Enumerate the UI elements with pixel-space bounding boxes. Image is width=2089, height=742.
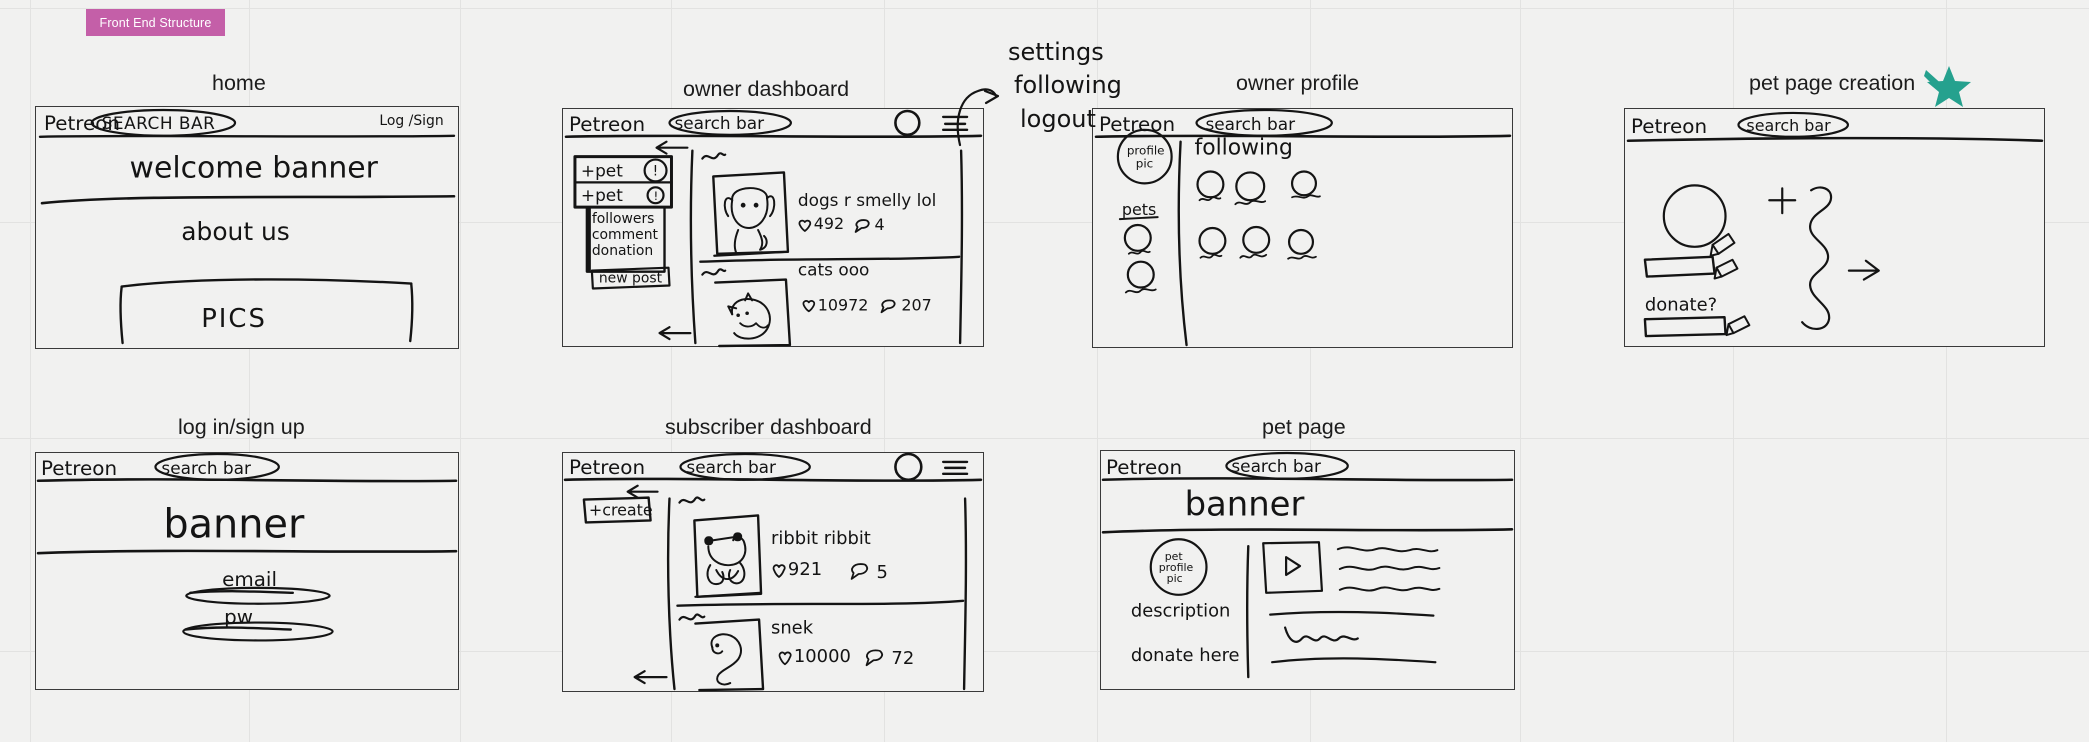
sd-post-1-stats: 921 5 xyxy=(772,559,888,583)
ppc-avatar-placeholder xyxy=(1662,184,1727,248)
od-add-pet-1: +pet xyxy=(581,160,623,180)
wireframe-owner-dashboard: Petreon search bar +pet ! +pet ! followe… xyxy=(562,108,984,348)
sd-hamburger-icon xyxy=(941,460,969,476)
cat-sketch xyxy=(727,292,771,340)
od-brand: Petreon xyxy=(569,113,645,136)
ls-search-label: search bar xyxy=(161,458,251,478)
pp-donate-label: donate here xyxy=(1131,645,1240,666)
page-tag[interactable]: Front End Structure xyxy=(86,9,225,36)
pp-video-thumb xyxy=(1262,541,1324,594)
pp-search-label: search bar xyxy=(1231,456,1321,476)
home-about-label: about us xyxy=(181,217,289,246)
ppc-brand: Petreon xyxy=(1631,115,1707,138)
frog-sketch xyxy=(704,532,747,586)
svg-text:921: 921 xyxy=(788,559,822,580)
svg-text:4: 4 xyxy=(875,215,885,234)
op-brand: Petreon xyxy=(1099,113,1175,136)
od-new-post: new post xyxy=(599,271,663,287)
home-search-label: SEARCH BAR xyxy=(102,113,216,133)
sd-post-1-caption: ribbit ribbit xyxy=(771,528,871,549)
od-avatar xyxy=(894,109,921,137)
star-icon xyxy=(1924,66,1971,107)
ppc-pencil-icon-3 xyxy=(1725,315,1751,337)
op-following-heading: following xyxy=(1195,136,1293,161)
pp-brand: Petreon xyxy=(1106,456,1182,479)
od-post-1-caption: dogs r smelly lol xyxy=(798,190,937,210)
home-banner-label: welcome banner xyxy=(130,150,379,185)
svg-text:207: 207 xyxy=(901,295,931,314)
op-pet-1 xyxy=(1123,223,1152,252)
ppc-donate-label: donate? xyxy=(1645,294,1717,315)
annotation-logout: logout xyxy=(1020,105,1096,133)
od-menu-comment: comment xyxy=(592,227,659,243)
svg-text:492: 492 xyxy=(814,214,844,233)
wireframe-owner-profile: Petreon search bar profile pic pets foll… xyxy=(1092,108,1513,348)
svg-text:pic: pic xyxy=(1167,572,1183,585)
wireframe-home: Petreon SEARCH BAR Log /Sign welcome ban… xyxy=(35,106,459,349)
ls-brand: Petreon xyxy=(41,457,117,480)
home-login-link: Log /Sign xyxy=(379,113,443,129)
pp-banner-label: banner xyxy=(1185,485,1305,524)
od-hamburger-icon xyxy=(941,115,969,132)
od-post-2-stats: 10972 207 xyxy=(802,295,932,314)
sd-search-label: search bar xyxy=(686,457,776,477)
od-menu-donation: donation xyxy=(592,243,653,259)
wireframe-pet-page-creation: Petreon search bar donate? xyxy=(1624,108,2045,347)
snake-sketch xyxy=(710,633,742,686)
home-pics-label: PICS xyxy=(201,304,267,334)
ppc-plus-icon xyxy=(1768,187,1797,215)
svg-text:profile: profile xyxy=(1127,144,1165,158)
sd-post-2-stats: 10000 72 xyxy=(778,646,914,669)
od-menu-followers: followers xyxy=(592,211,655,227)
sd-post-2-caption: snek xyxy=(771,618,814,639)
svg-text:10972: 10972 xyxy=(818,295,869,314)
wireframe-pet-page: Petreon search bar banner pet profile pi… xyxy=(1100,450,1515,690)
ppc-pencil-icon-2 xyxy=(1713,258,1739,280)
svg-text:5: 5 xyxy=(877,562,888,583)
ls-banner-label: banner xyxy=(163,501,305,547)
od-search-label: search bar xyxy=(674,113,764,133)
ls-pw-label: pw xyxy=(224,606,253,629)
svg-text:!: ! xyxy=(654,189,659,203)
od-post-2-caption: cats ooo xyxy=(798,260,870,280)
op-search-label: search bar xyxy=(1205,114,1295,134)
op-pet-2 xyxy=(1126,260,1155,289)
ls-pw-input xyxy=(182,621,334,642)
frame-title-owner-dashboard: owner dashboard xyxy=(683,77,850,101)
frame-title-owner-profile: owner profile xyxy=(1236,71,1360,95)
annotation-following: following xyxy=(1014,71,1122,99)
pp-play-icon xyxy=(1285,556,1302,577)
svg-text:pic: pic xyxy=(1136,157,1153,171)
sd-avatar xyxy=(894,452,923,482)
od-post-1-stats: 492 4 xyxy=(798,214,885,234)
svg-text:10000: 10000 xyxy=(794,646,851,667)
frame-title-log-in-sign-up: log in/sign up xyxy=(178,415,305,439)
sd-brand: Petreon xyxy=(569,456,645,479)
frame-title-home: home xyxy=(212,71,266,95)
ppc-pencil-icon-1 xyxy=(1709,232,1736,257)
frame-title-pet-page-creation: pet page creation xyxy=(1749,71,1916,95)
op-pets-label: pets xyxy=(1122,200,1156,219)
frame-title-subscriber-dashboard: subscriber dashboard xyxy=(665,415,872,439)
ppc-donate-field xyxy=(1643,316,1727,338)
wireframe-subscriber-dashboard: Petreon search bar +create ribbit ribbit… xyxy=(562,452,984,692)
wireframe-log-in-sign-up: Petreon search bar banner email pw xyxy=(35,452,459,690)
pp-description-label: description xyxy=(1131,601,1231,622)
wireframe-canvas: Front End Structure home owner dashboard… xyxy=(0,0,2089,742)
od-add-pet-2: +pet xyxy=(581,185,623,205)
dog-sketch xyxy=(723,187,776,254)
annotation-settings: settings xyxy=(1008,38,1104,66)
svg-text:+create: +create xyxy=(589,501,653,520)
svg-text:!: ! xyxy=(653,163,659,179)
ppc-name-field xyxy=(1643,255,1716,278)
ppc-search-label: search bar xyxy=(1746,116,1831,135)
ppc-arrow-right-icon xyxy=(1847,259,1880,281)
frame-title-pet-page: pet page xyxy=(1262,415,1346,439)
ppc-squiggle xyxy=(1801,186,1833,330)
svg-text:72: 72 xyxy=(891,648,914,669)
